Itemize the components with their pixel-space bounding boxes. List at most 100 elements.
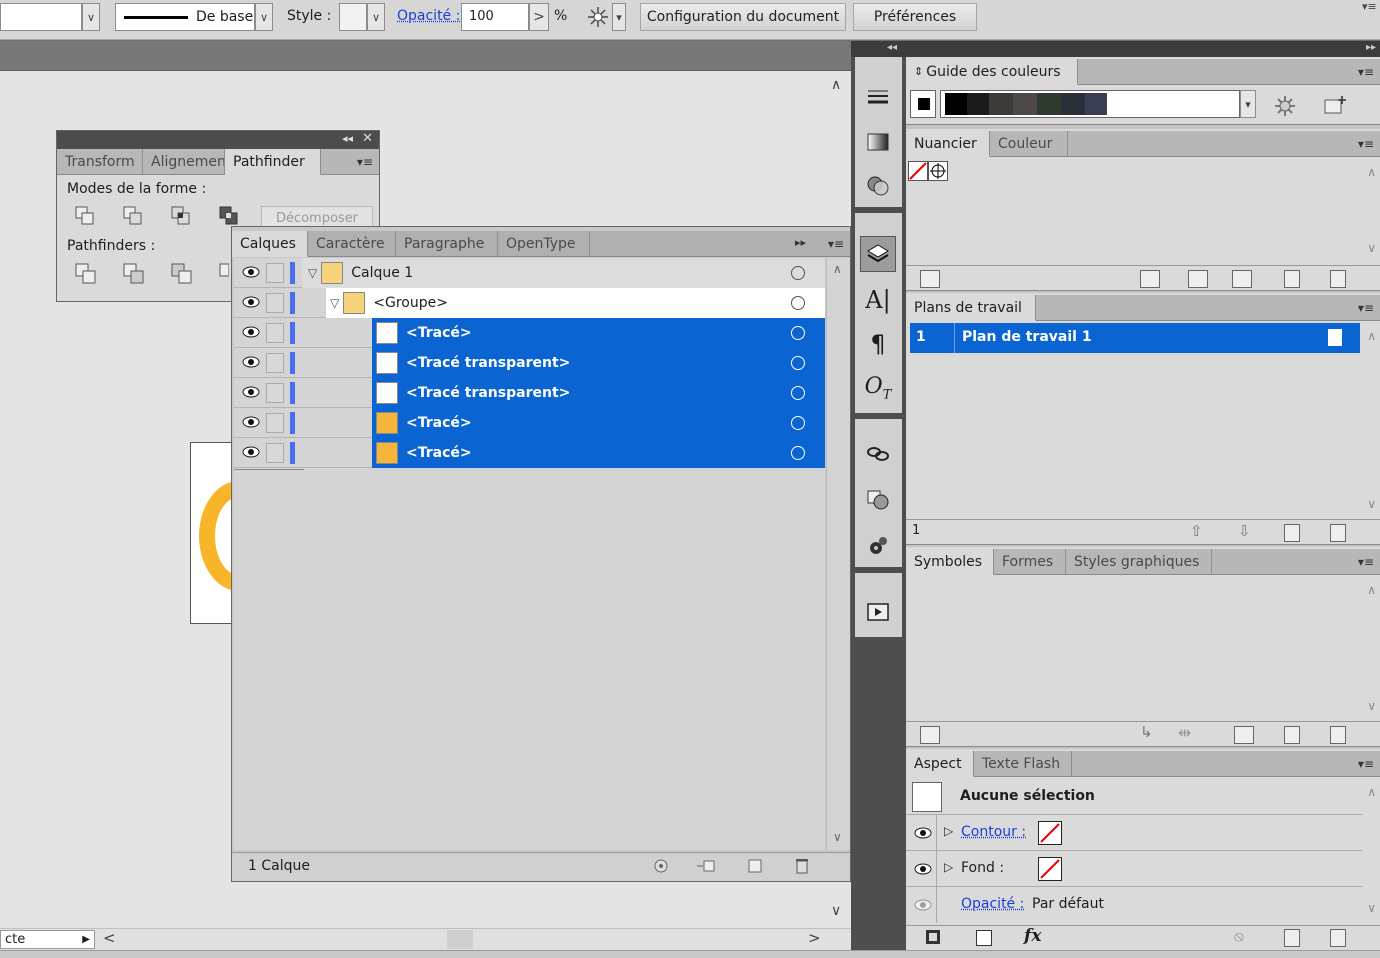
show-kinds-icon[interactable] [1140,270,1160,288]
paragraph-panel-icon[interactable]: ¶ [860,326,896,362]
opacity-row[interactable]: Opacité : Par défaut [906,887,1362,923]
divide-icon[interactable] [75,263,99,287]
tab-brushes[interactable]: Formes [994,549,1066,575]
harmony-dropdown[interactable]: ▾ [1240,90,1256,118]
tab-artboards[interactable]: Plans de travail [906,295,1036,321]
panel-menu-icon[interactable]: ▾≡ [1358,555,1374,569]
new-symbol-icon[interactable] [1284,726,1300,744]
target-circle-icon[interactable] [791,266,805,280]
visibility-eye-icon[interactable] [242,445,260,459]
visibility-eye-icon[interactable] [242,295,260,309]
harmony-swatch[interactable] [1037,93,1061,115]
new-swatch-icon[interactable] [1284,270,1300,288]
new-sublayer-icon[interactable] [746,858,764,874]
stroke-none-swatch[interactable] [1038,821,1062,845]
harmony-swatch[interactable] [1013,93,1037,115]
visibility-eye-icon[interactable] [914,862,932,876]
layer-name-cell[interactable]: <Tracé transparent> [372,348,825,378]
close-icon[interactable]: ✕ [362,131,373,146]
symbol-libraries-icon[interactable] [920,726,940,744]
make-clipping-mask-icon[interactable] [696,858,716,874]
document-setup-button[interactable]: Configuration du document [640,3,846,31]
tab-pathfinder[interactable]: Pathfinder [225,149,321,175]
tab-paragraph[interactable]: Paragraphe [396,231,498,257]
layer-name-cell[interactable]: <Tracé> [372,408,825,438]
scroll-down-icon[interactable]: ∨ [1367,699,1376,713]
tab-appearance[interactable]: Aspect [906,751,974,777]
tab-color-guide[interactable]: ⇕ Guide des couleurs [906,59,1078,85]
status-menu[interactable]: cte ▶ [0,930,95,949]
target-circle-icon[interactable] [791,326,805,340]
strip-titlebar[interactable]: ◂◂ [851,41,906,57]
scroll-down-icon[interactable]: ∨ [1367,901,1376,915]
disclosure-triangle-icon[interactable]: ▷ [944,824,953,838]
panel-menu-icon[interactable]: ▾≡ [357,155,373,169]
harmony-swatch[interactable] [1085,93,1107,115]
visibility-eye-icon[interactable] [914,898,932,912]
scroll-up-icon[interactable]: ∧ [1367,329,1376,343]
panel-menu-icon[interactable]: ▾≡ [1362,0,1377,13]
scroll-down-icon[interactable]: ∨ [833,830,842,844]
add-fill-icon[interactable] [976,930,992,946]
trash-icon[interactable] [1330,270,1346,288]
collapse-icon[interactable]: ◂◂ [342,132,353,145]
layer-name-cell[interactable]: ▽ <Groupe> [326,288,825,318]
fill-row[interactable]: ▷ Fond : [906,851,1362,887]
layer-row[interactable]: <Tracé transparent> [234,348,825,378]
trim-icon[interactable] [123,263,147,287]
graphic-styles-panel-icon[interactable] [860,528,896,564]
target-circle-icon[interactable] [791,446,805,460]
panel-titlebar[interactable]: ◂◂ ✕ [57,131,379,149]
scroll-up-icon[interactable]: ∧ [1367,785,1376,799]
style-swatch[interactable] [339,3,367,31]
lock-toggle[interactable] [266,293,284,313]
scroll-right-icon[interactable]: > [808,929,821,947]
registration-swatch[interactable] [928,161,948,181]
trash-icon[interactable] [794,857,810,875]
scroll-up-icon[interactable]: ∧ [1367,583,1376,597]
fx-icon[interactable]: fx [1024,926,1041,946]
place-symbol-icon[interactable]: ↳ [1140,723,1153,741]
panel-menu-icon[interactable]: ▾≡ [828,237,844,251]
tab-layers[interactable]: Calques [232,231,308,257]
tab-flash-text[interactable]: Texte Flash [974,751,1072,777]
symbols-panel-icon[interactable] [860,482,896,518]
layer-row[interactable]: <Tracé> [234,408,825,438]
intersect-icon[interactable] [171,206,191,226]
scroll-down-icon[interactable]: ∨ [1367,241,1376,255]
stroke-row[interactable]: ▷ Contour : [906,815,1362,851]
scroll-up-icon[interactable]: ∧ [833,262,842,276]
stroke-panel-icon[interactable] [860,80,896,116]
swatch-libraries-icon[interactable] [920,270,940,288]
horizontal-scroll-thumb[interactable] [447,930,473,949]
minus-front-icon[interactable] [123,206,143,226]
tab-align[interactable]: Alignemen [143,149,225,175]
artboard-row[interactable]: 1 Plan de travail 1 [910,323,1360,353]
harmony-swatches[interactable] [940,90,1240,118]
tab-symbols[interactable]: Symboles [906,549,994,575]
character-panel-icon[interactable]: A| [860,282,896,318]
lock-toggle[interactable] [266,413,284,433]
expand-panel-icon[interactable]: ▸▸ [795,236,806,249]
layer-row[interactable]: <Tracé> [234,438,825,468]
tab-transform[interactable]: Transform [57,149,143,175]
clear-appearance-icon[interactable]: ⦸ [1234,927,1244,945]
harmony-swatch[interactable] [967,93,989,115]
harmony-swatch[interactable] [1061,93,1085,115]
disclosure-triangle-icon[interactable]: ▽ [330,296,339,310]
preferences-button[interactable]: Préférences [853,3,977,31]
harmony-swatch[interactable] [945,93,967,115]
scroll-down-icon[interactable]: ∨ [1367,497,1376,511]
opacity-arrow[interactable]: > [529,3,549,31]
layer-name-cell[interactable]: ▽ Calque 1 [302,258,825,288]
crop-icon[interactable] [219,263,229,287]
target-circle-icon[interactable] [791,296,805,310]
edit-colors-icon[interactable] [1274,95,1296,117]
harmony-swatch[interactable] [989,93,1013,115]
opentype-panel-icon[interactable]: OT [860,370,896,406]
tab-opentype[interactable]: OpenType [498,231,590,257]
lock-toggle[interactable] [266,383,284,403]
trash-icon[interactable] [1330,726,1346,744]
exclude-icon[interactable] [219,206,239,226]
target-circle-icon[interactable] [791,356,805,370]
